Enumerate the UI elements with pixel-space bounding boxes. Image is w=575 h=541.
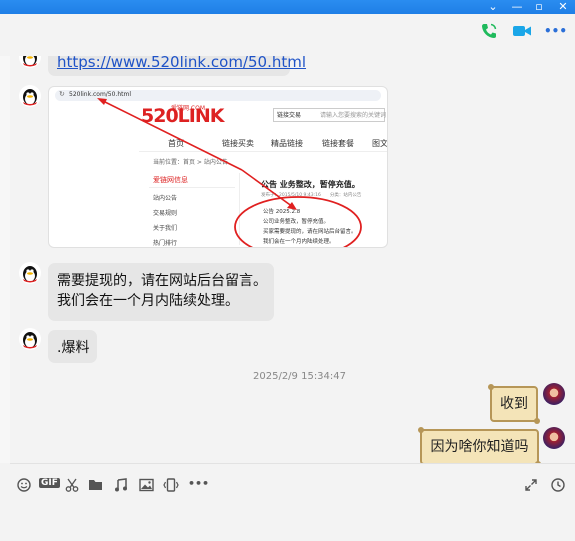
left-strip	[0, 56, 10, 463]
close-button[interactable]: ✕	[552, 0, 574, 14]
message-bubble: 需要提现的，请在网站后台留言。 我们会在一个月内陆续处理。	[48, 263, 274, 321]
music-icon[interactable]	[114, 478, 128, 495]
own-avatar[interactable]	[543, 383, 565, 405]
reply-bubble: 收到	[488, 384, 540, 424]
video-call-icon[interactable]	[512, 22, 532, 44]
sender-avatar[interactable]	[19, 328, 41, 350]
message-bubble: .爆料	[48, 330, 97, 363]
sender-avatar[interactable]	[19, 56, 41, 68]
more-options-icon[interactable]: •••	[544, 24, 567, 38]
toolbar-divider	[10, 463, 575, 464]
reply-text: 因为啥你知道吗	[430, 439, 529, 455]
shake-icon[interactable]	[163, 478, 179, 495]
annotation-overlay	[97, 98, 362, 247]
sender-avatar[interactable]	[19, 85, 41, 107]
reply-text: 收到	[500, 396, 528, 412]
sender-avatar[interactable]	[19, 262, 41, 284]
message-text: 需要提现的，请在网站后台留言。 我们会在一个月内陆续处理。	[57, 271, 267, 311]
gif-icon[interactable]: GIF	[39, 478, 60, 488]
reply-bubble: 因为啥你知道吗	[418, 427, 541, 463]
message-line: 我们会在一个月内陆续处理。	[57, 293, 239, 309]
message-timestamp: 2025/2/9 15:34:47	[253, 371, 347, 382]
title-bar: ⌄ — ▫ ✕	[0, 0, 575, 14]
more-tools-icon[interactable]: •••	[188, 477, 209, 490]
message-input[interactable]	[10, 500, 575, 541]
restore-button[interactable]: ▫	[528, 0, 550, 14]
message-line: 需要提现的，请在网站后台留言。	[57, 273, 267, 289]
message-bubble: https://www.520link.com/50.html	[48, 56, 306, 76]
image-icon[interactable]	[139, 478, 154, 495]
folder-icon[interactable]	[88, 478, 103, 495]
chat-header: •••	[0, 14, 575, 56]
message-link[interactable]: https://www.520link.com/50.html	[57, 56, 306, 71]
voice-call-icon[interactable]	[480, 22, 498, 44]
dropdown-icon[interactable]: ⌄	[482, 0, 504, 14]
scissors-icon[interactable]	[65, 478, 79, 495]
screenshot-image[interactable]: ↻ 520link.com/50.html 520LINK 爱链网.COM 链接…	[48, 86, 388, 248]
message-list[interactable]: https://www.520link.com/50.html ↻ 520lin…	[10, 56, 575, 463]
emoji-icon[interactable]	[17, 478, 31, 495]
history-icon[interactable]	[551, 478, 565, 495]
minimize-button[interactable]: —	[506, 0, 528, 14]
message-text: .爆料	[57, 340, 90, 356]
input-toolbar: GIF •••	[10, 468, 575, 500]
own-avatar[interactable]	[543, 427, 565, 449]
expand-icon[interactable]	[524, 478, 538, 495]
